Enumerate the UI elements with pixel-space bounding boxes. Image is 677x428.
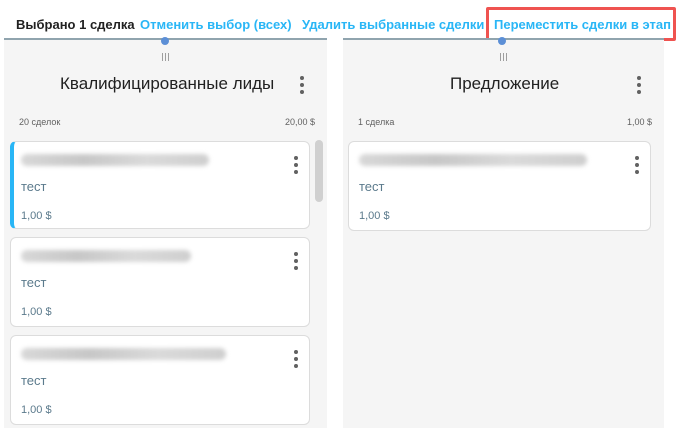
deal-card[interactable]: тест 1,00 $ (348, 141, 651, 231)
selection-toolbar: Выбрано 1 сделка Отменить выбор (всех) У… (0, 0, 677, 41)
pipeline-column-qualified-leads: Квалифицированные лиды 20 сделок 20,00 $… (4, 37, 327, 428)
deal-card[interactable]: тест 1,00 $ (10, 237, 310, 327)
column-total-amount: 1,00 $ (626, 117, 652, 127)
column-deal-count: 1 сделка (358, 117, 395, 127)
deal-amount: 1,00 $ (21, 404, 52, 416)
deal-card[interactable]: тест 1,00 $ (10, 141, 310, 229)
deal-email-blurred (21, 154, 209, 166)
card-menu-icon[interactable] (294, 252, 298, 273)
card-menu-icon[interactable] (635, 156, 639, 177)
deal-name: тест (21, 373, 47, 388)
drag-handle-icon[interactable] (498, 53, 508, 61)
deal-name: тест (21, 275, 47, 290)
column-title: Предложение (450, 74, 560, 93)
highlight-annotation (486, 7, 676, 41)
pipeline-column-proposal: Предложение 1 сделка 1,00 $ тест 1,00 $ (343, 37, 664, 428)
deal-email-blurred (21, 348, 226, 360)
selected-count-label: Выбрано 1 сделка (16, 17, 135, 32)
column-title: Квалифицированные лиды (60, 74, 275, 93)
deal-amount: 1,00 $ (21, 210, 52, 222)
cancel-selection-link[interactable]: Отменить выбор (всех) (140, 17, 292, 32)
drag-handle-icon[interactable] (160, 53, 170, 61)
deal-amount: 1,00 $ (21, 306, 52, 318)
column-total-amount: 20,00 $ (284, 117, 315, 127)
delete-selected-link[interactable]: Удалить выбранные сделки (302, 17, 484, 32)
deal-name: тест (21, 179, 47, 194)
column-scrollbar[interactable] (315, 140, 323, 202)
card-menu-icon[interactable] (294, 156, 298, 177)
column-resize-handle[interactable] (498, 37, 506, 45)
deal-email-blurred (21, 250, 191, 262)
deal-card[interactable]: тест 1,00 $ (10, 335, 310, 425)
deal-name: тест (359, 179, 385, 194)
deal-amount: 1,00 $ (359, 210, 390, 222)
column-deal-count: 20 сделок (19, 117, 61, 127)
deal-email-blurred (359, 154, 587, 166)
column-resize-handle[interactable] (161, 37, 169, 45)
column-menu-icon[interactable] (637, 76, 641, 97)
column-menu-icon[interactable] (300, 76, 304, 97)
card-menu-icon[interactable] (294, 350, 298, 371)
